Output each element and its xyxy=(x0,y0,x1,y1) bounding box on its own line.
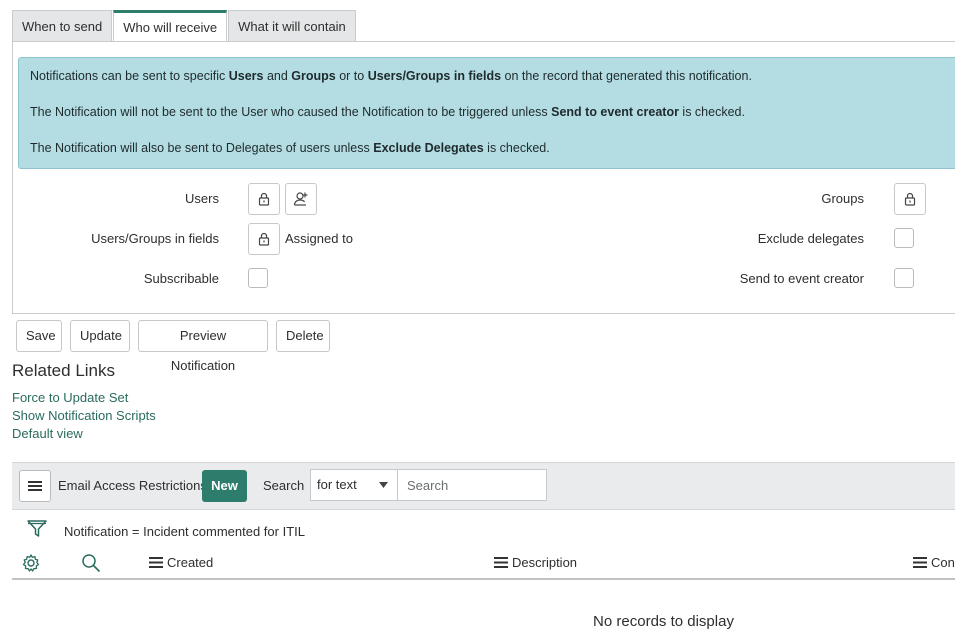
lock-icon xyxy=(904,192,916,206)
filter-breadcrumb[interactable]: Notification = Incident commented for IT… xyxy=(64,524,305,539)
column-search-button[interactable] xyxy=(81,553,101,576)
add-user-icon xyxy=(293,192,308,206)
preview-notification-button[interactable]: Preview Notification xyxy=(138,320,268,373)
send-to-event-creator-label: Send to event creator xyxy=(739,271,864,286)
column-menu-icon xyxy=(494,557,508,568)
lock-icon xyxy=(258,232,270,246)
search-label: Search xyxy=(263,478,305,493)
save-button[interactable]: Save xyxy=(16,320,62,352)
add-user-button[interactable] xyxy=(285,183,317,215)
search-input[interactable] xyxy=(397,469,547,501)
users-fields-value: Assigned to xyxy=(285,231,353,246)
subscribable-label: Subscribable xyxy=(143,271,219,286)
users-label: Users xyxy=(185,191,219,206)
tab-when-to-send[interactable]: When to send xyxy=(12,10,113,42)
hamburger-icon xyxy=(28,481,42,491)
column-menu-icon xyxy=(149,557,163,568)
lock-icon xyxy=(258,192,270,206)
show-notification-scripts-link[interactable]: Show Notification Scripts xyxy=(12,408,156,423)
groups-lock-button[interactable] xyxy=(894,183,926,215)
search-field-select[interactable]: for text xyxy=(310,469,398,501)
info-line-1: Notifications can be sent to specific Us… xyxy=(30,69,752,83)
tab-what-it-will-contain[interactable]: What it will contain xyxy=(228,10,356,42)
list-menu-button[interactable] xyxy=(19,470,51,502)
tab-bar: When to send Who will receive What it wi… xyxy=(12,10,357,42)
empty-list-message-wrap: No records to display xyxy=(0,613,955,630)
related-links-title: Related Links xyxy=(12,361,116,380)
exclude-delegates-label: Exclude delegates xyxy=(757,231,864,246)
list-settings-button[interactable] xyxy=(21,553,41,576)
column-label-conditions: Conditions xyxy=(931,555,955,570)
exclude-delegates-checkbox[interactable] xyxy=(894,228,914,248)
search-field-select-value: for text xyxy=(317,477,357,492)
gear-icon xyxy=(22,554,40,572)
column-label-created: Created xyxy=(167,555,214,570)
users-lock-button[interactable] xyxy=(248,183,280,215)
caret-down-icon xyxy=(379,482,388,488)
send-to-event-creator-checkbox[interactable] xyxy=(894,268,914,288)
list-title: Email Access Restrictions xyxy=(58,478,207,493)
tab-who-will-receive[interactable]: Who will receive xyxy=(113,10,228,42)
update-button[interactable]: Update xyxy=(70,320,130,352)
filter-toggle[interactable] xyxy=(26,517,48,542)
users-fields-lock-button[interactable] xyxy=(248,223,280,255)
default-view-link[interactable]: Default view xyxy=(12,426,83,441)
info-message: Notifications can be sent to specific Us… xyxy=(18,57,955,169)
new-button[interactable]: New xyxy=(202,470,247,502)
column-menu-icon xyxy=(913,557,927,568)
column-header-description[interactable]: Description xyxy=(494,555,577,570)
users-groups-in-fields-label: Users/Groups in fields xyxy=(91,231,219,246)
funnel-icon xyxy=(27,520,47,537)
info-line-2: The Notification will not be sent to the… xyxy=(30,105,745,119)
info-line-3: The Notification will also be sent to De… xyxy=(30,141,550,155)
column-header-divider xyxy=(12,578,955,580)
column-label-description: Description xyxy=(512,555,578,570)
delete-button[interactable]: Delete xyxy=(276,320,330,352)
search-icon xyxy=(82,554,101,573)
subscribable-checkbox[interactable] xyxy=(248,268,268,288)
column-header-created[interactable]: Created xyxy=(149,555,213,570)
force-to-update-set-link[interactable]: Force to Update Set xyxy=(12,390,128,405)
groups-label: Groups xyxy=(821,191,864,206)
empty-list-message: No records to display xyxy=(593,613,734,630)
column-header-conditions[interactable]: Conditions xyxy=(913,555,955,570)
